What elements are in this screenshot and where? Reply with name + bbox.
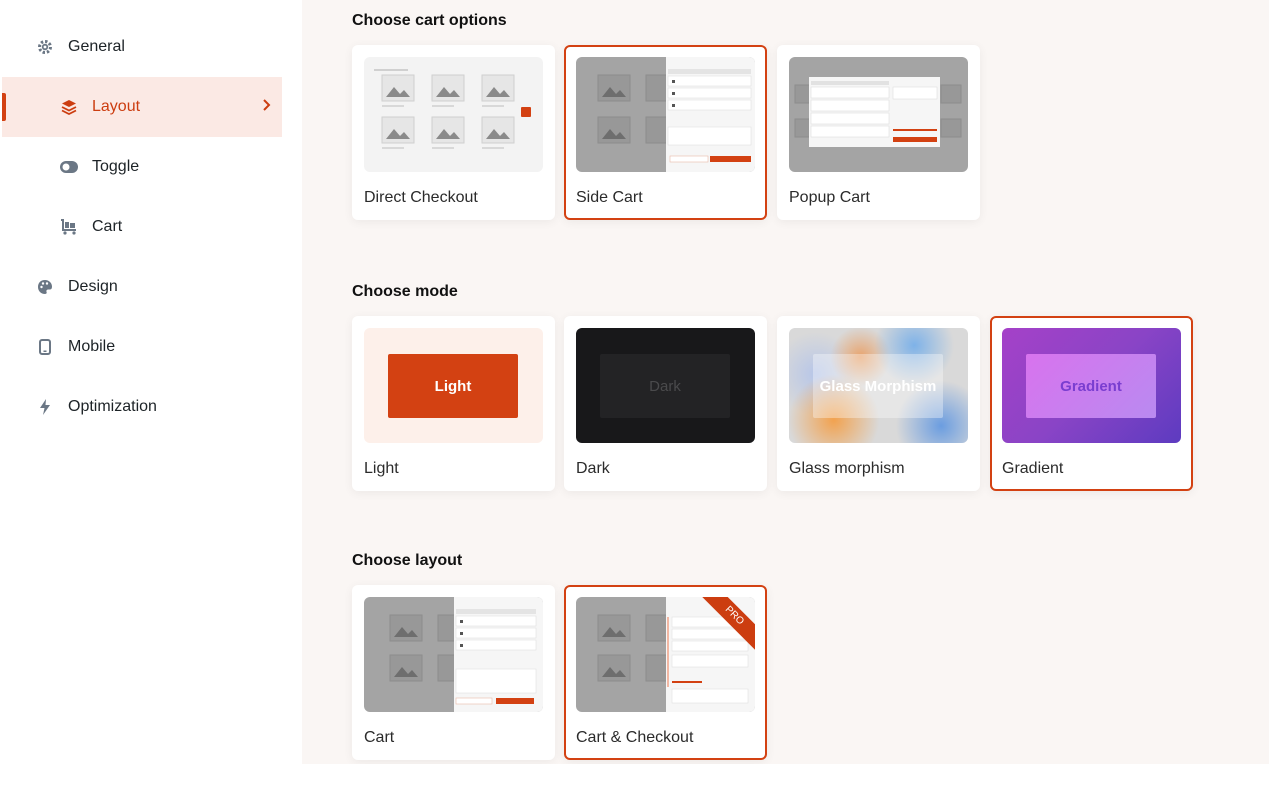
sidebar-item-mobile[interactable]: Mobile [2,317,282,377]
active-indicator [2,93,6,121]
gradient-mode-preview: Gradient [1002,328,1181,443]
dark-mode-preview: Dark [576,328,755,443]
card-label: Glass morphism [789,460,905,477]
sidebar-item-optimization[interactable]: Optimization [2,377,282,437]
sidebar-item-design[interactable]: Design [2,257,282,317]
cart-checkout-layout-preview: PRO [576,597,755,712]
section-title-cart-options: Choose cart options [352,12,507,29]
section-title-mode: Choose mode [352,283,458,300]
sidebar-item-label: Design [68,278,118,295]
palette-icon [36,278,54,296]
direct-checkout-preview [364,57,543,172]
card-mode-light[interactable]: Light Light [352,316,555,491]
sidebar-item-label: General [68,38,125,55]
card-side-cart[interactable]: Side Cart [564,45,767,220]
toggle-icon [60,158,78,176]
gear-icon [36,38,54,56]
card-label: Light [364,460,399,477]
card-mode-gradient[interactable]: Gradient Gradient [990,316,1193,491]
card-label: Side Cart [576,189,643,206]
card-mode-glass[interactable]: Glass Morphism Glass morphism [777,316,980,491]
cart-icon [60,218,78,236]
layers-icon [60,98,78,116]
dark-preview-button: Dark [600,354,730,418]
sidebar-item-cart[interactable]: Cart [2,197,282,257]
card-label: Cart & Checkout [576,729,694,746]
main-content: Choose cart options Direct Checkout Side… [302,0,1269,764]
sidebar-item-general[interactable]: General [2,17,282,77]
popup-cart-preview [789,57,968,172]
glass-mode-preview: Glass Morphism [789,328,968,443]
gradient-preview-button: Gradient [1026,354,1156,418]
sidebar-item-label: Layout [92,98,141,115]
sidebar-item-layout[interactable]: Layout [2,77,282,137]
light-mode-preview: Light [364,328,543,443]
sidebar-item-label: Cart [92,218,123,235]
card-label: Dark [576,460,610,477]
bolt-icon [36,398,54,416]
cart-layout-preview [364,597,543,712]
card-label: Gradient [1002,460,1064,477]
sidebar-item-label: Optimization [68,398,157,415]
card-layout-cart[interactable]: Cart [352,585,555,760]
card-mode-dark[interactable]: Dark Dark [564,316,767,491]
sidebar: General Layout Toggle Cart Design Mobile [0,0,302,801]
card-label: Direct Checkout [364,189,478,206]
light-preview-button: Light [388,354,518,418]
sidebar-item-toggle[interactable]: Toggle [2,137,282,197]
card-label: Popup Cart [789,189,870,206]
side-cart-preview [576,57,755,172]
mobile-icon [36,338,54,356]
card-popup-cart[interactable]: Popup Cart [777,45,980,220]
section-title-layout: Choose layout [352,552,463,569]
sidebar-item-label: Toggle [92,158,140,175]
glass-preview-button: Glass Morphism [813,354,943,418]
card-direct-checkout[interactable]: Direct Checkout [352,45,555,220]
card-layout-cart-checkout[interactable]: PRO Cart & Checkout [564,585,767,760]
chevron-right-icon [262,98,272,117]
sidebar-item-label: Mobile [68,338,116,355]
card-label: Cart [364,729,395,746]
footer-strip [0,764,1269,801]
